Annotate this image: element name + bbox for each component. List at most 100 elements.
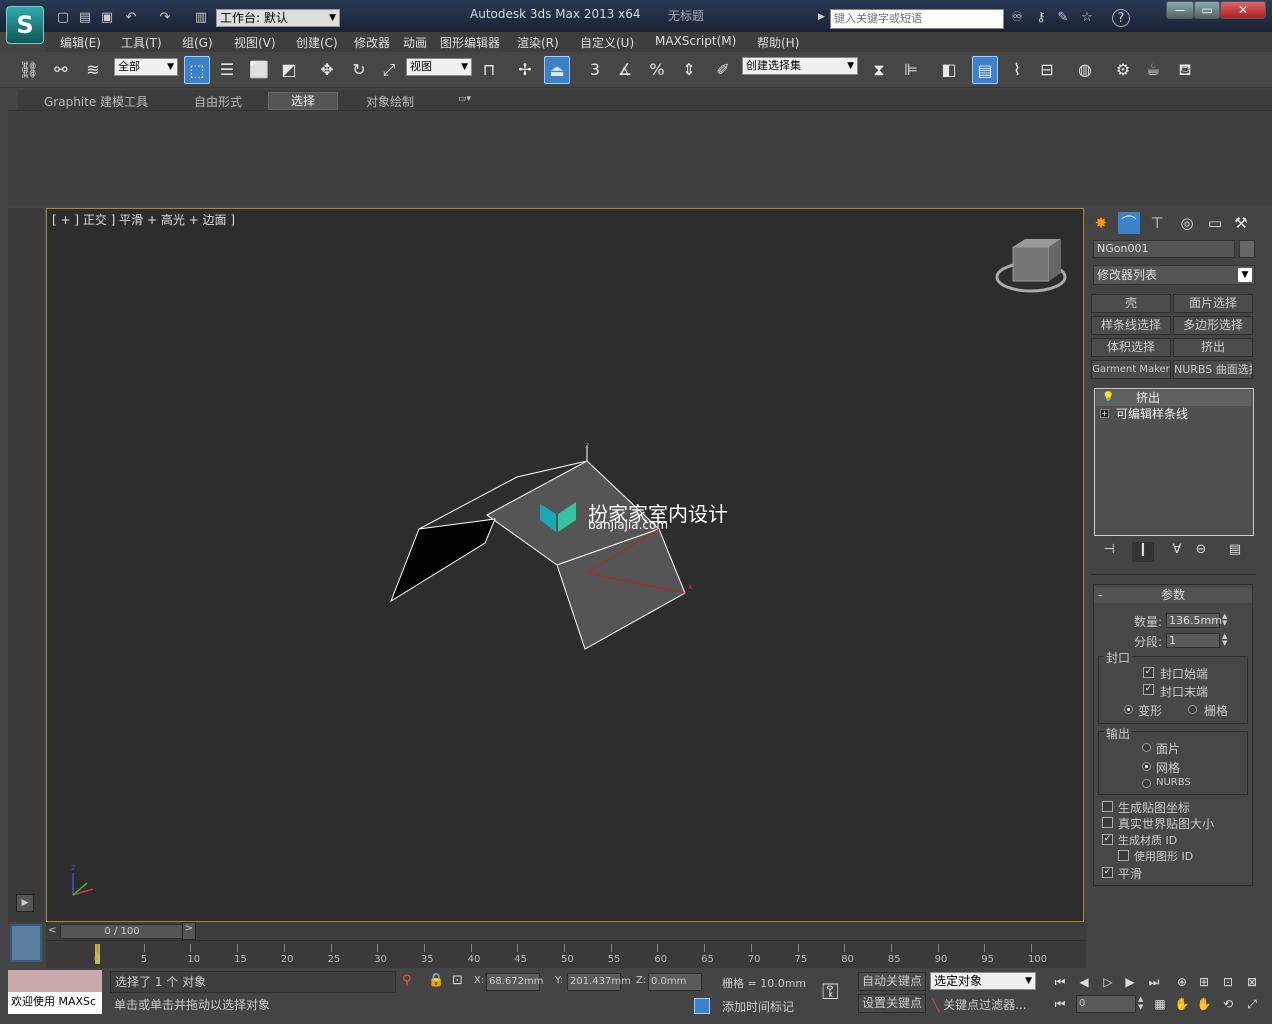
tab-graphite[interactable]: Graphite 建模工具 [44,93,148,110]
mod-spline-select-button[interactable]: 样条线选择 [1091,316,1171,335]
mod-vol-select-button[interactable]: 体积选择 [1091,338,1171,357]
nurbs-radio[interactable] [1142,779,1151,788]
spinner-arrows-icon[interactable]: ▲ ▼ [1222,613,1227,627]
viewport-label[interactable]: [ + ] 正交 ] 平滑 + 高光 + 边面 ] [52,211,235,228]
zoom-extents-all-icon[interactable]: ⊠ [1242,973,1262,991]
workspace-dropdown[interactable]: 工作台: 默认 ▼ [216,9,340,27]
absolute-mode-icon[interactable]: ⊡ [452,973,463,988]
material-editor-icon[interactable]: ◍ [1072,56,1098,84]
subscription-key-icon[interactable]: ⚷ [1032,9,1050,27]
render-setup-icon[interactable]: ⚙ [1110,56,1136,84]
reference-coord-dropdown[interactable]: 视图 ▼ [406,58,472,76]
undo-icon[interactable]: ↶ [122,9,140,27]
menu-customize[interactable]: 自定义(U) [580,34,634,51]
search-expand-icon[interactable]: ▶ [818,12,825,22]
viewport-layout-icon[interactable] [10,924,42,962]
selection-lock-icon[interactable]: 🔒 [428,973,444,988]
object-name-field[interactable]: NGon001 [1093,240,1235,258]
favorites-star-icon[interactable]: ☆ [1078,9,1096,27]
snaps-toggle-icon[interactable]: 3 [582,56,608,84]
display-panel-icon[interactable]: ▭ [1204,212,1226,234]
object-color-swatch[interactable] [1239,240,1255,258]
angle-snap-icon[interactable]: ∡ [612,56,638,84]
rollout-header[interactable]: - 参数 [1094,587,1252,603]
spinner-arrows-icon[interactable]: ▲ ▼ [1222,633,1227,647]
help-icon[interactable]: ? [1112,9,1130,27]
key-selection-dropdown[interactable]: 选定对象 ▼ [930,972,1036,990]
pan-view-icon[interactable]: ✋ [1172,995,1192,1013]
window-crossing-icon[interactable]: ◩ [276,56,302,84]
key-filters-button[interactable]: ╲ 关键点过滤器... [932,996,1027,1013]
x-coord-field[interactable]: 68.672mm [486,973,543,991]
project-folder-icon[interactable]: ▥ [192,9,210,27]
arc-rotate-icon[interactable]: ⟲ [1218,995,1238,1013]
create-panel-icon[interactable]: ✸ [1090,212,1112,234]
expand-plus-icon[interactable]: + [1100,409,1109,418]
tab-object-paint[interactable]: 对象绘制 [366,93,414,110]
zoom-extents-icon[interactable]: ⊡ [1218,973,1238,991]
select-and-move-icon[interactable]: ✥ [314,56,340,84]
next-frame-button-icon[interactable]: ▶ [1120,973,1140,991]
maxscript-listener[interactable]: 欢迎使用 MAXSc [8,992,102,1014]
layer-manager-icon[interactable]: ◧ [936,56,962,84]
patch-radio[interactable] [1142,743,1151,752]
time-slider[interactable]: 0 / 100 [60,924,184,939]
select-manipulate-icon[interactable]: ✢ [512,56,538,84]
configure-sets-icon[interactable]: ▤ [1224,542,1246,562]
mod-shell-button[interactable]: 壳 [1091,294,1171,313]
segments-spinner[interactable]: 1 [1166,633,1220,648]
orbit-icon[interactable]: ✋ [1194,995,1214,1013]
expand-play-icon[interactable]: ▶ [16,894,34,912]
gen-matid-checkbox[interactable]: ✓ [1102,834,1113,845]
pivot-center-icon[interactable]: ⊓ [476,56,502,84]
remove-modifier-icon[interactable]: ⊖ [1190,542,1212,562]
viewport-top[interactable]: z x z [46,208,1084,922]
align-icon[interactable]: ⊫ [898,56,924,84]
key-mode-toggle-icon[interactable]: ⏮ [1050,995,1070,1013]
set-key-button[interactable]: 设置关键点 [858,994,926,1013]
cap-end-checkbox[interactable]: ✓ [1143,684,1154,695]
lightbulb-icon[interactable]: 💡 [1102,390,1114,406]
mod-nurbs-select-button[interactable]: NURBS 曲面选择 [1173,360,1253,379]
restore-button[interactable]: ▭ [1194,1,1220,19]
menu-tools[interactable]: 工具(T) [121,34,162,51]
percent-snap-icon[interactable]: % [644,56,670,84]
select-and-link-icon[interactable]: ⛓ [16,56,42,84]
motion-panel-icon[interactable]: ◎ [1176,212,1198,234]
edit-named-sel-icon[interactable]: ✐ [710,56,736,84]
menu-modifiers[interactable]: 修改器 [354,34,390,51]
real-world-map-checkbox[interactable] [1102,817,1113,828]
app-logo-icon[interactable]: S [6,6,44,44]
menu-create[interactable]: 创建(C) [296,34,338,51]
prev-frame-button-icon[interactable]: ◀ [1074,973,1094,991]
minimize-button[interactable]: — [1166,1,1194,19]
go-to-start-icon[interactable]: ⏮ [1050,973,1070,991]
menu-animation[interactable]: 动画 [403,34,427,51]
mirror-icon[interactable]: ⧗ [866,56,892,84]
mesh-radio[interactable] [1142,762,1151,771]
stack-item-extrude[interactable]: 💡 挤出 [1096,390,1252,406]
mod-extrude-button[interactable]: 挤出 [1173,338,1253,357]
search-input[interactable] [830,9,1004,29]
maxscript-listener-top[interactable] [8,970,102,992]
menu-graph-editors[interactable]: 图形编辑器 [440,34,500,51]
open-file-icon[interactable]: ▤ [76,9,94,27]
set-key-mode-icon[interactable]: ⚿ [822,980,839,1005]
stack-item-editable-spline[interactable]: + 可编辑样条线 [1096,406,1252,422]
extruded-ngon-mesh[interactable] [389,445,686,650]
show-end-result-icon[interactable]: ❙ [1132,542,1154,562]
menu-edit[interactable]: 编辑(E) [60,34,101,51]
z-coord-field[interactable]: 0.0mm [648,973,702,991]
schematic-view-icon[interactable]: ⊟ [1034,56,1060,84]
spinner-snap-icon[interactable]: ⇕ [676,56,702,84]
menu-help[interactable]: 帮助(H) [757,34,799,51]
amount-spinner[interactable]: 136.5mm [1166,613,1222,628]
select-object-icon[interactable]: ⬚ [184,56,210,84]
field-of-view-icon[interactable]: ▦ [1150,995,1170,1013]
graphite-toggle-icon[interactable]: ▤ [972,56,998,84]
tab-freeform[interactable]: 自由形式 [194,93,242,110]
select-and-rotate-icon[interactable]: ↻ [346,56,372,84]
go-to-end-icon[interactable]: ⏭ [1144,973,1164,991]
y-coord-field[interactable]: 201.437mm [567,973,631,991]
close-button[interactable]: ✕ [1220,1,1266,19]
